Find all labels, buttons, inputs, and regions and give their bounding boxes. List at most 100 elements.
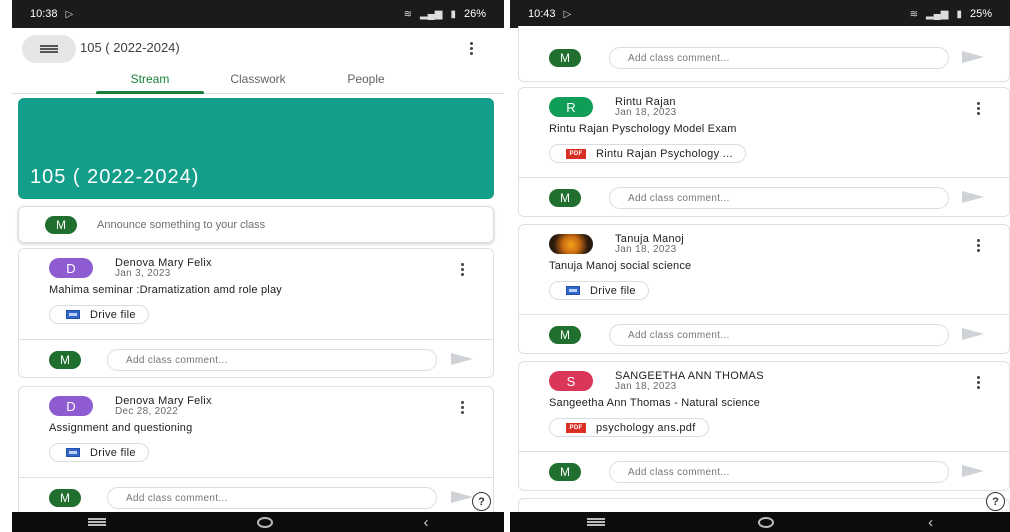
home-icon[interactable]	[256, 516, 273, 528]
post-date: Jan 3, 2023	[115, 268, 171, 279]
announce-box[interactable]: M Announce something to your class	[18, 206, 494, 243]
post-more-icon[interactable]	[461, 263, 465, 276]
post-text: Mahima seminar :Dramatization amd role p…	[49, 284, 282, 296]
class-banner: 105 ( 2022-2024)	[18, 98, 494, 199]
menu-button[interactable]	[22, 35, 76, 63]
comment-row: M Add class comment...	[519, 314, 1009, 354]
post-date: Dec 28, 2022	[115, 406, 179, 417]
post-text: Tanuja Manoj social science	[549, 260, 692, 272]
wifi-icon: ≋	[909, 8, 918, 20]
avatar-photo	[549, 234, 593, 254]
stream-post: D Denova Mary Felix Dec 28, 2022 Assignm…	[18, 386, 494, 526]
menu-icon	[40, 45, 58, 53]
comment-input[interactable]: Add class comment...	[609, 187, 949, 209]
post-header[interactable]: R Rintu Rajan Jan 18, 2023 Rintu Rajan P…	[519, 88, 1009, 174]
drive-file-icon	[66, 448, 80, 457]
post-date: Jan 18, 2023	[615, 244, 677, 255]
battery-icon: ▮	[956, 8, 962, 20]
send-icon[interactable]	[962, 465, 984, 477]
attachment-label: psychology ans.pdf	[596, 421, 696, 434]
post-text: Rintu Rajan Pyschology Model Exam	[549, 123, 737, 135]
nav-bar: ‹	[12, 512, 504, 532]
attachment-label: Drive file	[90, 308, 136, 321]
more-options-icon[interactable]	[470, 42, 474, 55]
comment-row: M Add class comment...	[519, 177, 1009, 217]
avatar: M	[49, 351, 81, 369]
comment-input[interactable]: Add class comment...	[609, 324, 949, 346]
help-icon[interactable]: ?	[472, 492, 491, 511]
status-time: 10:38	[30, 8, 58, 20]
comment-row: M Add class comment...	[19, 339, 493, 379]
send-icon[interactable]	[962, 191, 984, 203]
status-bar: 10:43 ▷ ≋ ▂▄▆ ▮ 25%	[510, 0, 1010, 28]
stream-post: D Denova Mary Felix Jan 3, 2023 Mahima s…	[18, 248, 494, 378]
tab-people[interactable]: People	[312, 68, 420, 93]
avatar: D	[49, 258, 93, 278]
post-more-icon[interactable]	[461, 401, 465, 414]
avatar: M	[49, 489, 81, 507]
recent-apps-icon[interactable]	[87, 518, 106, 526]
class-title: 105 ( 2022-2024)	[80, 40, 180, 55]
battery-level: 25%	[969, 8, 992, 20]
post-header[interactable]: Tanuja Manoj Jan 18, 2023 Tanuja Manoj s…	[519, 225, 1009, 311]
avatar: M	[45, 215, 77, 234]
recent-apps-icon[interactable]	[586, 518, 605, 526]
back-icon[interactable]: ‹	[424, 515, 429, 530]
attachment-chip[interactable]: Drive file	[49, 305, 149, 324]
avatar: M	[549, 49, 581, 67]
announce-placeholder: Announce something to your class	[97, 218, 266, 231]
signal-icon: ▂▄▆	[419, 8, 443, 20]
send-icon[interactable]	[962, 51, 984, 63]
comment-input[interactable]: Add class comment...	[609, 47, 949, 69]
nav-bar: ‹	[510, 512, 1010, 532]
post-header[interactable]: D Denova Mary Felix Dec 28, 2022 Assignm…	[19, 387, 493, 473]
post-header[interactable]: S SANGEETHA ANN THOMAS Jan 18, 2023 Sang…	[519, 362, 1009, 448]
avatar: D	[49, 396, 93, 416]
tab-stream[interactable]: Stream	[96, 68, 204, 94]
post-more-icon[interactable]	[977, 376, 981, 389]
stream-post: S SANGEETHA ANN THOMAS Jan 18, 2023 Sang…	[518, 361, 1010, 491]
comment-row: M Add class comment...	[19, 477, 493, 517]
comment-input[interactable]: Add class comment...	[107, 487, 437, 509]
status-time: 10:43	[528, 8, 556, 20]
back-icon[interactable]: ‹	[928, 515, 933, 530]
post-date: Jan 18, 2023	[615, 381, 677, 392]
comment-row: M Add class comment...	[519, 451, 1009, 491]
home-icon[interactable]	[758, 516, 775, 528]
avatar: M	[549, 326, 581, 344]
comment-input[interactable]: Add class comment...	[609, 461, 949, 483]
send-icon[interactable]	[451, 353, 473, 365]
post-text: Sangeetha Ann Thomas - Natural science	[549, 397, 761, 409]
cast-icon: ▷	[65, 8, 74, 20]
attachment-chip[interactable]: PDF psychology ans.pdf	[549, 418, 709, 437]
avatar: M	[549, 189, 581, 207]
attachment-label: Rintu Rajan Psychology ...	[596, 147, 733, 160]
avatar: R	[549, 97, 593, 117]
post-more-icon[interactable]	[977, 102, 981, 115]
help-icon[interactable]: ?	[986, 492, 1005, 511]
attachment-chip[interactable]: Drive file	[549, 281, 649, 300]
post-more-icon[interactable]	[977, 239, 981, 252]
post-text: Assignment and questioning	[49, 422, 193, 434]
send-icon[interactable]	[962, 328, 984, 340]
tab-bar: Stream Classwork People	[12, 68, 504, 94]
post-header[interactable]: D Denova Mary Felix Jan 3, 2023 Mahima s…	[19, 249, 493, 335]
attachment-label: Drive file	[90, 446, 136, 459]
drive-file-icon	[66, 310, 80, 319]
stream-post: R Rintu Rajan Jan 18, 2023 Rintu Rajan P…	[518, 87, 1010, 217]
attachment-chip[interactable]: PDF Rintu Rajan Psychology ...	[549, 144, 746, 163]
stream-post: M Add class comment...	[518, 26, 1010, 82]
avatar: M	[549, 463, 581, 481]
post-date: Jan 18, 2023	[615, 107, 677, 118]
wifi-icon: ≋	[403, 8, 412, 20]
avatar: S	[549, 371, 593, 391]
attachment-chip[interactable]: Drive file	[49, 443, 149, 462]
comment-row: M Add class comment...	[519, 38, 1009, 78]
battery-level: 26%	[463, 8, 486, 20]
app-bar: 105 ( 2022-2024)	[12, 28, 504, 68]
left-screen: 10:38 ▷ ≋ ▂▄▆ ▮ 26% 105 ( 2022-2024) Str…	[12, 0, 504, 532]
comment-input[interactable]: Add class comment...	[107, 349, 437, 371]
signal-icon: ▂▄▆	[925, 8, 949, 20]
tab-classwork[interactable]: Classwork	[204, 68, 312, 93]
send-icon[interactable]	[451, 491, 473, 503]
